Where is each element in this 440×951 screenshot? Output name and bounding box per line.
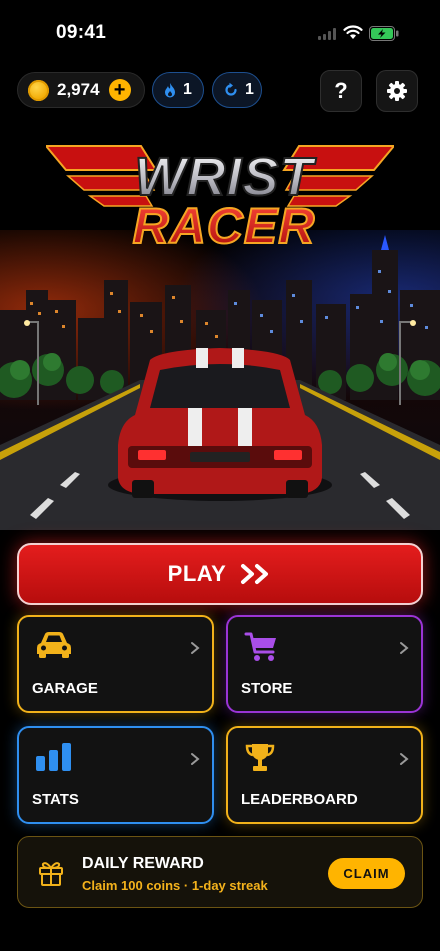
claim-button[interactable]: CLAIM: [328, 858, 405, 889]
help-button[interactable]: ?: [320, 70, 362, 112]
trophy-icon: [245, 744, 275, 771]
gift-icon: [39, 862, 63, 886]
chevron-right-icon: [400, 642, 409, 654]
gear-icon: [387, 81, 407, 101]
store-label: STORE: [241, 680, 293, 697]
plus-icon[interactable]: +: [108, 79, 131, 101]
svg-text:RACER: RACER: [133, 198, 316, 254]
store-tile[interactable]: STORE: [226, 615, 423, 713]
status-bar: 09:41: [0, 0, 440, 64]
chevron-right-icon: [191, 642, 200, 654]
chevron-right-icon: [191, 753, 200, 765]
leaderboard-tile[interactable]: LEADERBOARD: [226, 726, 423, 824]
coin-amount: 2,974: [57, 80, 100, 99]
boost-refresh-count: 1: [245, 81, 254, 98]
hero-scene: [0, 230, 440, 530]
stats-label: STATS: [32, 791, 79, 808]
logo-text-racer: RACER: [132, 197, 316, 255]
stats-tile[interactable]: STATS: [17, 726, 214, 824]
play-label: PLAY: [167, 561, 227, 586]
boost-fire-count: 1: [183, 81, 192, 98]
battery-icon: [369, 26, 399, 41]
help-icon: ?: [334, 78, 348, 103]
flame-icon: [165, 82, 175, 97]
coin-icon: [28, 79, 49, 101]
play-button[interactable]: PLAY: [17, 543, 423, 605]
boost-refresh[interactable]: 1: [212, 72, 262, 108]
status-time: 09:41: [56, 22, 107, 43]
chevron-right-icon: [400, 753, 409, 765]
cart-icon: [244, 632, 276, 661]
double-chevron-icon: [241, 564, 269, 584]
signal-icon: [318, 28, 336, 40]
daily-reward-card[interactable]: DAILY REWARD Claim 100 coins · 1-day str…: [17, 836, 423, 908]
settings-button[interactable]: [376, 70, 418, 112]
daily-reward-title: DAILY REWARD: [82, 855, 204, 872]
leaderboard-label: LEADERBOARD: [241, 791, 358, 808]
garage-tile[interactable]: GARAGE: [17, 615, 214, 713]
daily-reward-subtitle: Claim 100 coins · 1-day streak: [82, 878, 268, 893]
game-logo: WRIST RACER: [46, 145, 394, 255]
car-icon: [37, 632, 71, 658]
wifi-icon: [343, 25, 363, 39]
garage-label: GARAGE: [32, 680, 98, 697]
coin-balance[interactable]: 2,974 +: [17, 72, 145, 108]
bars-icon: [36, 743, 71, 771]
refresh-icon: [225, 82, 237, 96]
boost-fire[interactable]: 1: [152, 72, 204, 108]
